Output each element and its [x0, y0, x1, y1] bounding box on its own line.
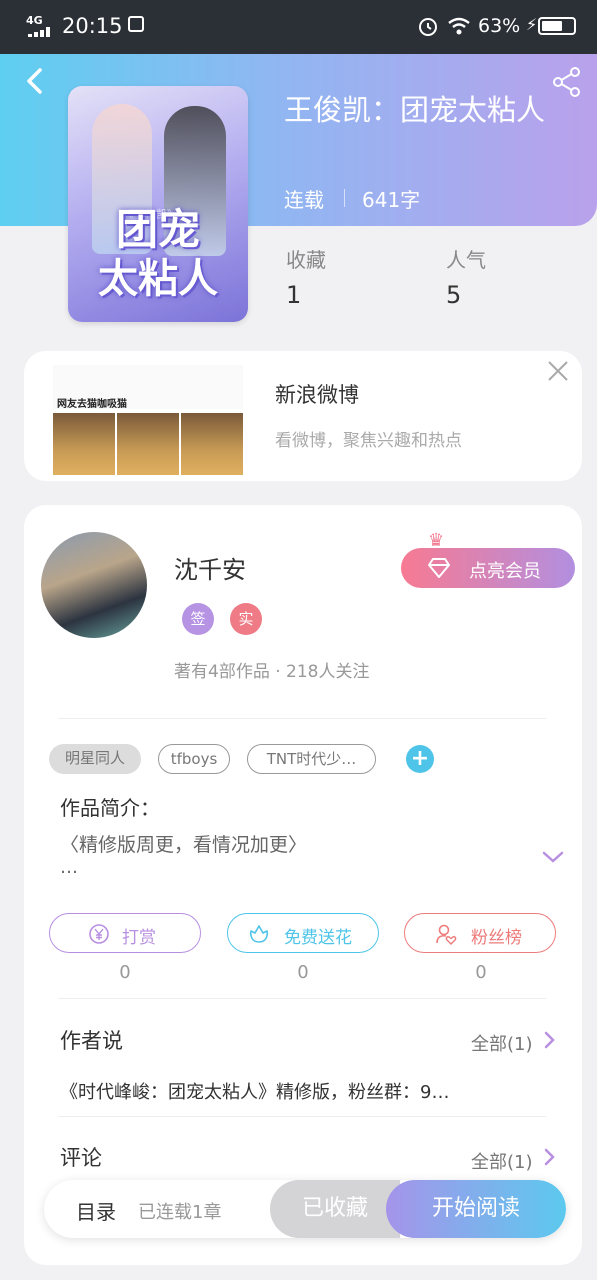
ad-photo — [117, 413, 179, 475]
fan-ranking-button[interactable]: 粉丝榜 — [404, 913, 556, 953]
author-stats: 著有4部作品 · 218人关注 — [174, 662, 370, 682]
signed-badge: 签 — [182, 603, 214, 635]
word-count: 641字 — [362, 188, 421, 212]
back-icon[interactable] — [22, 66, 48, 96]
intro-text: 〈精修版周更，看情况加更〉 — [60, 834, 308, 856]
intro-ellipsis: … — [60, 857, 78, 878]
battery-percent: 63% — [478, 15, 521, 37]
notification-icon — [128, 16, 144, 32]
tag-item[interactable]: TNT时代少… — [247, 744, 376, 774]
fan-icon — [436, 924, 457, 945]
divider — [344, 189, 345, 207]
close-icon[interactable] — [546, 359, 570, 383]
tag-item[interactable]: tfboys — [158, 744, 230, 774]
ad-photo — [181, 413, 243, 475]
wifi-icon — [448, 17, 470, 35]
fan-count: 0 — [475, 962, 487, 983]
flower-count: 0 — [297, 962, 309, 983]
charging-icon: ⚡ — [526, 15, 538, 34]
reward-count: 0 — [119, 962, 131, 983]
avatar[interactable] — [41, 532, 147, 638]
ad-image-caption: 网友去猫咖吸猫 — [57, 399, 127, 410]
battery-icon — [538, 17, 576, 35]
author-name[interactable]: 沈千安 — [174, 550, 246, 585]
stat-value-popularity: 5 — [446, 281, 462, 309]
book-title: 王俊凯：团宠太粘人 — [284, 93, 546, 127]
divider — [58, 998, 546, 999]
chevron-down-icon[interactable] — [541, 848, 565, 866]
ad-banner[interactable]: 网友去猫咖吸猫 新浪微博 看微博，聚焦兴趣和热点 — [24, 351, 582, 481]
network-type: 4G — [26, 14, 43, 27]
send-flower-label: 免费送花 — [284, 928, 352, 948]
reward-label: 打赏 — [122, 928, 156, 948]
ad-title: 新浪微博 — [275, 383, 359, 407]
yen-icon — [89, 924, 109, 944]
ad-description: 看微博，聚焦兴趣和热点 — [275, 431, 462, 451]
vip-label: 点亮会员 — [469, 561, 541, 582]
chevron-right-icon[interactable] — [543, 1030, 557, 1050]
flower-icon — [249, 925, 269, 943]
ad-image: 网友去猫咖吸猫 — [53, 365, 243, 475]
verified-badge: 实 — [230, 603, 262, 635]
tag-item[interactable]: 明星同人 — [49, 744, 141, 774]
clock: 20:15 — [62, 14, 123, 38]
author-say-all-link[interactable]: 全部(1) — [471, 1030, 533, 1056]
chevron-right-icon[interactable] — [543, 1147, 557, 1167]
reward-button[interactable]: 打赏 — [49, 913, 201, 953]
toc-button[interactable]: 目录 — [76, 1196, 116, 1225]
start-reading-button[interactable]: 开始阅读 — [386, 1180, 566, 1238]
stat-label-popularity: 人气 — [446, 248, 486, 272]
chapter-count: 已连载1章 — [138, 1202, 222, 1223]
intro-heading: 作品简介： — [60, 796, 160, 820]
alarm-icon — [419, 18, 437, 36]
divider — [58, 1116, 546, 1117]
author-note[interactable]: 《时代峰峻：团宠太粘人》精修版，粉丝群：9… — [60, 1078, 449, 1104]
diamond-icon — [428, 558, 450, 578]
vip-button[interactable]: 点亮会员 — [401, 548, 575, 588]
ad-photo — [53, 413, 115, 475]
cover-title: 太粘人 — [98, 256, 218, 302]
fan-ranking-label: 粉丝榜 — [471, 928, 522, 948]
bottom-action-bar: 目录 已连载1章 已收藏 开始阅读 — [44, 1180, 566, 1238]
collected-button[interactable]: 已收藏 — [270, 1180, 400, 1238]
status-bar: 4G 20:15 63% ⚡ — [0, 0, 597, 54]
add-tag-button[interactable]: + — [406, 745, 434, 773]
author-say-heading: 作者说 — [60, 1029, 123, 1053]
book-cover[interactable]: 《王俊凯》 团宠 太粘人 — [68, 86, 248, 322]
stat-value-favorites: 1 — [286, 281, 302, 309]
comments-all-link[interactable]: 全部(1) — [471, 1148, 533, 1174]
signal-icon — [28, 27, 50, 37]
comments-heading: 评论 — [60, 1146, 102, 1170]
book-status: 连载 — [284, 188, 324, 212]
share-icon[interactable] — [551, 66, 583, 98]
send-flower-button[interactable]: 免费送花 — [227, 913, 379, 953]
divider — [58, 718, 546, 719]
stat-label-favorites: 收藏 — [286, 248, 326, 272]
